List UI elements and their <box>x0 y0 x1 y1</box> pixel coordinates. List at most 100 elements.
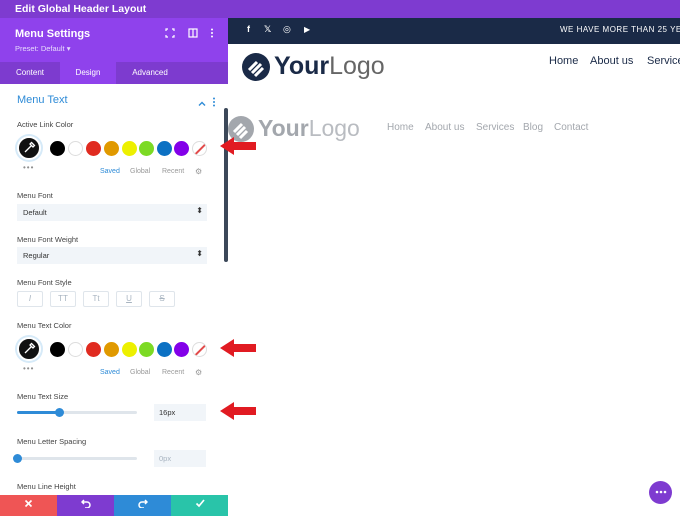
panel-title: Menu Settings <box>15 28 91 40</box>
close-icon <box>24 499 33 508</box>
menu-text-size-slider[interactable] <box>17 408 137 417</box>
menu-text-size-input[interactable]: 16px <box>154 404 206 421</box>
saved-tab[interactable]: Saved <box>100 369 120 376</box>
tab-design[interactable]: Design <box>60 62 116 84</box>
menu-font-weight-select[interactable]: Regular ⬍ <box>17 247 207 264</box>
menu-letter-spacing-slider[interactable] <box>13 454 137 463</box>
color-swatch[interactable] <box>139 141 154 156</box>
slider-handle[interactable] <box>55 408 64 417</box>
tab-advanced[interactable]: Advanced <box>116 62 184 84</box>
app-title: Edit Global Header Layout <box>15 3 147 15</box>
logo-text-light: Logo <box>329 52 385 80</box>
nav-secondary-blog[interactable]: Blog <box>523 122 543 133</box>
section-options-icon[interactable] <box>212 94 216 112</box>
logo-mark-icon <box>242 52 270 81</box>
uppercase-button[interactable]: TT <box>50 291 76 307</box>
gear-icon[interactable]: ⚙ <box>195 368 202 377</box>
underline-button[interactable]: U <box>116 291 142 307</box>
tab-bar: Content Design Advanced <box>0 62 228 84</box>
color-swatch[interactable] <box>86 342 101 357</box>
logo-text-strong: Your <box>258 115 309 141</box>
youtube-icon[interactable]: ▶ <box>304 25 310 34</box>
annotation-arrow-icon <box>220 402 256 420</box>
color-swatch[interactable] <box>104 342 119 357</box>
menu-font-value: Default <box>23 208 47 217</box>
color-swatch[interactable] <box>86 141 101 156</box>
color-swatch[interactable] <box>174 141 189 156</box>
instagram-icon[interactable]: ◎ <box>283 24 291 35</box>
undo-icon <box>80 499 91 509</box>
color-swatch[interactable] <box>122 141 137 156</box>
section-title-menu-text[interactable]: Menu Text <box>17 94 68 106</box>
slider-handle[interactable] <box>13 454 22 463</box>
eyedropper-icon <box>24 141 36 153</box>
nav-secondary-home[interactable]: Home <box>387 122 414 133</box>
nav-secondary-services[interactable]: Services <box>476 122 514 133</box>
color-picker-button[interactable] <box>17 136 41 160</box>
nav-secondary-contact[interactable]: Contact <box>554 122 588 133</box>
color-swatch[interactable] <box>50 141 65 156</box>
more-actions-button[interactable] <box>649 481 672 504</box>
more-colors-icon[interactable]: ••• <box>23 364 34 373</box>
save-button[interactable] <box>171 495 228 516</box>
eyedropper-icon <box>24 342 36 354</box>
page-preview: f 𝕏 ◎ ▶ WE HAVE MORE THAN 25 YE YourLogo… <box>228 18 680 516</box>
menu-text-size-label: Menu Text Size <box>17 392 69 401</box>
more-colors-icon[interactable]: ••• <box>23 163 34 172</box>
undo-button[interactable] <box>57 495 114 516</box>
no-color-swatch[interactable] <box>192 141 207 156</box>
x-twitter-icon[interactable]: 𝕏 <box>264 24 271 35</box>
logo-text: YourLogo <box>258 115 360 142</box>
saved-tab[interactable]: Saved <box>100 168 120 175</box>
menu-font-select[interactable]: Default ⬍ <box>17 204 207 221</box>
color-swatch[interactable] <box>68 141 83 156</box>
menu-letter-spacing-input[interactable]: 0px <box>154 450 206 467</box>
chevron-up-icon[interactable] <box>198 95 206 113</box>
nav-about-us[interactable]: About us <box>590 55 633 67</box>
discard-button[interactable] <box>0 495 57 516</box>
facebook-icon[interactable]: f <box>247 24 250 34</box>
color-swatch[interactable] <box>50 342 65 357</box>
select-arrows-icon: ⬍ <box>196 206 203 215</box>
expand-icon[interactable] <box>164 28 176 40</box>
recent-tab[interactable]: Recent <box>162 168 184 175</box>
more-options-icon[interactable] <box>206 28 218 40</box>
color-swatch[interactable] <box>68 342 83 357</box>
split-view-icon[interactable] <box>187 28 199 40</box>
italic-button[interactable]: I <box>17 291 43 307</box>
select-arrows-icon: ⬍ <box>196 249 203 258</box>
menu-font-weight-label: Menu Font Weight <box>17 235 79 244</box>
global-tab[interactable]: Global <box>130 168 150 175</box>
color-swatch[interactable] <box>104 141 119 156</box>
no-color-swatch[interactable] <box>192 342 207 357</box>
ellipsis-icon <box>655 490 666 494</box>
redo-button[interactable] <box>114 495 171 516</box>
announcement-bar: f 𝕏 ◎ ▶ WE HAVE MORE THAN 25 YE <box>228 18 680 44</box>
active-link-color-label: Active Link Color <box>17 120 74 129</box>
tab-content[interactable]: Content <box>0 62 60 84</box>
nav-home[interactable]: Home <box>549 55 578 67</box>
color-swatch[interactable] <box>157 342 172 357</box>
preset-selector[interactable]: Preset: Default ▾ <box>15 44 70 53</box>
site-logo[interactable]: YourLogo <box>242 52 385 81</box>
color-swatch[interactable] <box>157 141 172 156</box>
annotation-arrow-icon <box>220 339 256 357</box>
nav-services[interactable]: Service <box>647 55 680 67</box>
annotation-arrow-icon <box>220 137 256 155</box>
nav-secondary-about-us[interactable]: About us <box>425 122 464 133</box>
color-swatch[interactable] <box>122 342 137 357</box>
global-tab[interactable]: Global <box>130 369 150 376</box>
capitalize-button[interactable]: Tt <box>83 291 109 307</box>
menu-font-label: Menu Font <box>17 191 53 200</box>
recent-tab[interactable]: Recent <box>162 369 184 376</box>
gear-icon[interactable]: ⚙ <box>195 167 202 176</box>
color-swatch[interactable] <box>139 342 154 357</box>
logo-text-light: Logo <box>308 115 360 141</box>
color-picker-button[interactable] <box>17 337 41 361</box>
announcement-text: WE HAVE MORE THAN 25 YE <box>560 25 680 34</box>
menu-line-height-label: Menu Line Height <box>17 482 76 491</box>
strikethrough-button[interactable]: S <box>149 291 175 307</box>
color-swatch[interactable] <box>174 342 189 357</box>
menu-letter-spacing-label: Menu Letter Spacing <box>17 437 87 446</box>
app-title-bar: Edit Global Header Layout <box>0 0 680 18</box>
